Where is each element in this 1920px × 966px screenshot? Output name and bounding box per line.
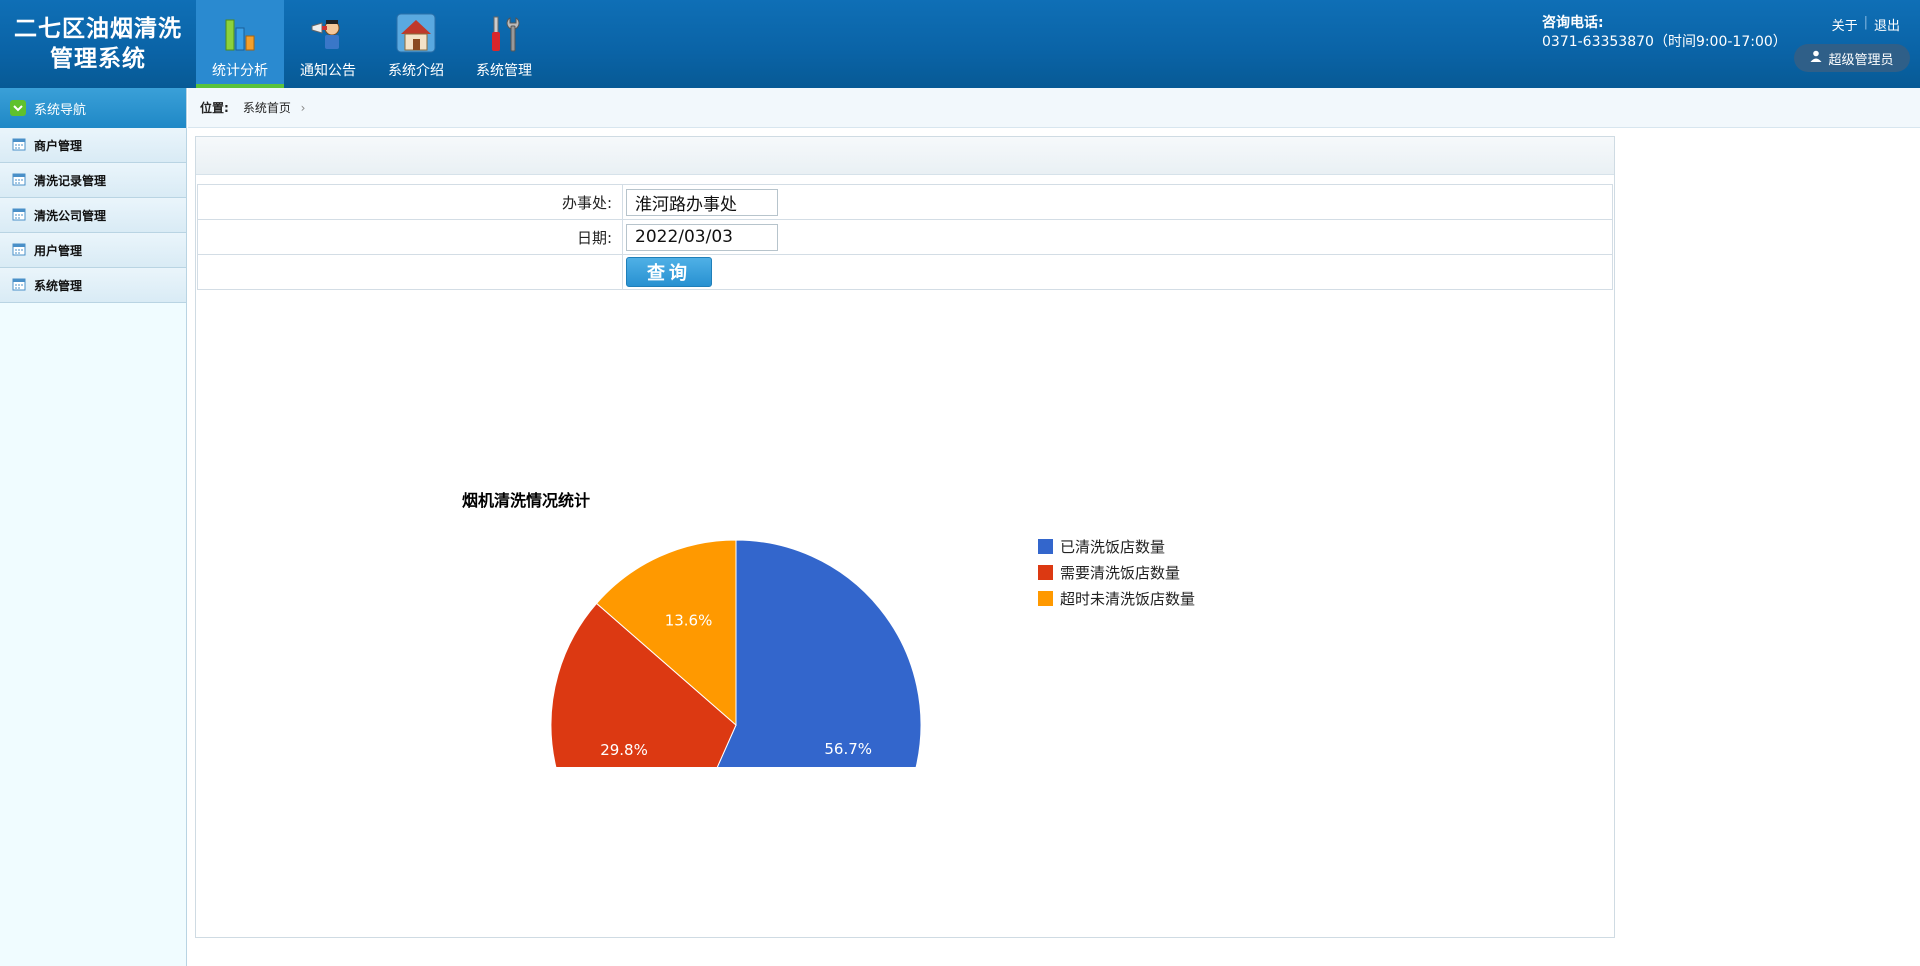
legend-label-cleaned: 已清洗饭店数量 [1060, 538, 1165, 556]
empty-cell [197, 254, 623, 290]
sidebar-item-label: 系统管理 [34, 278, 83, 293]
logo-line-2: 管理系统 [50, 45, 146, 72]
nav-system-intro[interactable]: 系统介绍 [372, 0, 460, 88]
bar-chart-icon [218, 10, 262, 54]
action-cell: 查询 [622, 254, 1613, 290]
pie-chart-container: 烟机清洗情况统计 56.7% 29.8% 13.6% 已清洗饭店数量 需要清洗饭店数量… [196, 307, 1596, 911]
top-links: 关于 | 退出 [1832, 15, 1900, 34]
calendar-icon [12, 277, 26, 294]
logout-link[interactable]: 退出 [1874, 15, 1900, 34]
nav-system-admin[interactable]: 系统管理 [460, 0, 548, 88]
calendar-icon [12, 137, 26, 154]
chart-legend: 已清洗饭店数量需要清洗饭店数量超时未清洗饭店数量 [1038, 538, 1195, 608]
query-button[interactable]: 查询 [626, 257, 712, 287]
link-separator: | [1863, 15, 1868, 30]
tools-icon [482, 10, 526, 54]
date-cell: 2022/03/03 [622, 219, 1613, 255]
user-icon [1810, 50, 1822, 66]
breadcrumb-home-label: 系统首页 [242, 101, 291, 115]
pie-slices [550, 539, 922, 911]
pie-value-label-cleaned: 56.7% [824, 740, 872, 758]
sidebar: 系统导航 商户管理 清洗记录管理 清洗公司管理 用户管理 系统管理 [0, 88, 187, 966]
nav-label: 统计分析 [212, 63, 268, 79]
contact-title: 咨询电话: [1542, 15, 1604, 31]
main-nav: 统计分析 通知公告 系统介绍 系统管理 [196, 0, 548, 88]
sidebar-item-users[interactable]: 用户管理 [0, 233, 186, 268]
form-row-actions: 查询 [197, 254, 1613, 290]
pie-value-label-needs-cleaning: 29.8% [600, 741, 648, 759]
pie-value-label-overdue: 13.6% [665, 612, 713, 630]
sidebar-item-label: 清洗记录管理 [34, 173, 107, 188]
sidebar-item-cleaning-companies[interactable]: 清洗公司管理 [0, 198, 186, 233]
sidebar-item-system[interactable]: 系统管理 [0, 268, 186, 303]
contact-info: 咨询电话: 0371-63353870（时间9:00-17:00） [1542, 14, 1787, 52]
sidebar-item-label: 清洗公司管理 [34, 208, 107, 223]
chevron-down-icon [10, 100, 26, 116]
nav-statistics[interactable]: 统计分析 [196, 0, 284, 88]
date-label: 日期: [197, 219, 623, 255]
logo-line-1: 二七区油烟清洗 [14, 15, 182, 42]
legend-swatch-needs-cleaning [1038, 565, 1053, 580]
form-row-date: 日期: 2022/03/03 [197, 219, 1613, 255]
about-link[interactable]: 关于 [1832, 15, 1858, 34]
sidebar-header[interactable]: 系统导航 [0, 88, 186, 128]
sidebar-item-label: 用户管理 [34, 243, 83, 258]
date-input[interactable]: 2022/03/03 [626, 223, 778, 251]
user-name: 超级管理员 [1828, 52, 1894, 68]
legend-swatch-overdue [1038, 591, 1053, 606]
office-input[interactable]: 淮河路办事处 [626, 188, 778, 216]
office-label: 办事处: [197, 184, 623, 220]
megaphone-icon [306, 10, 350, 54]
breadcrumb-label: 位置: [200, 101, 229, 115]
main-panel: 办事处: 淮河路办事处 日期: 2022/03/03 查询 烟机清洗情况统计 5… [195, 136, 1615, 938]
sidebar-item-label: 商户管理 [34, 138, 83, 153]
nav-notices[interactable]: 通知公告 [284, 0, 372, 88]
form-row-office: 办事处: 淮河路办事处 [197, 184, 1613, 220]
nav-label: 通知公告 [300, 63, 356, 79]
sidebar-item-merchants[interactable]: 商户管理 [0, 128, 186, 163]
sidebar-title: 系统导航 [34, 102, 87, 118]
nav-label: 系统管理 [476, 63, 532, 79]
contact-phone: 0371-63353870（时间9:00-17:00） [1542, 34, 1787, 50]
query-form: 办事处: 淮河路办事处 日期: 2022/03/03 查询 [197, 184, 1613, 290]
top-header: 二七区油烟清洗 管理系统 统计分析 通知公告 系统介绍 系统管理 咨询电话: 0… [0, 0, 1920, 88]
calendar-icon [12, 172, 26, 189]
calendar-icon [12, 207, 26, 224]
breadcrumb: 位置: 系统首页 › [188, 88, 1920, 128]
legend-swatch-cleaned [1038, 539, 1053, 554]
nav-label: 系统介绍 [388, 63, 444, 79]
office-cell: 淮河路办事处 [622, 184, 1613, 220]
sidebar-item-cleaning-records[interactable]: 清洗记录管理 [0, 163, 186, 198]
calendar-icon [12, 242, 26, 259]
panel-header [196, 137, 1614, 175]
legend-label-overdue: 超时未清洗饭店数量 [1060, 590, 1195, 608]
app-logo: 二七区油烟清洗 管理系统 [0, 0, 196, 88]
pie-chart: 烟机清洗情况统计 56.7% 29.8% 13.6% 已清洗饭店数量需要清洗饭店数量… [462, 491, 1195, 911]
legend-label-needs-cleaning: 需要清洗饭店数量 [1060, 564, 1180, 582]
chart-title: 烟机清洗情况统计 [462, 491, 590, 510]
breadcrumb-home[interactable]: 系统首页 › [243, 99, 306, 116]
house-icon [394, 10, 438, 54]
user-badge[interactable]: 超级管理员 [1794, 44, 1910, 72]
chevron-right-icon: › [300, 101, 306, 115]
